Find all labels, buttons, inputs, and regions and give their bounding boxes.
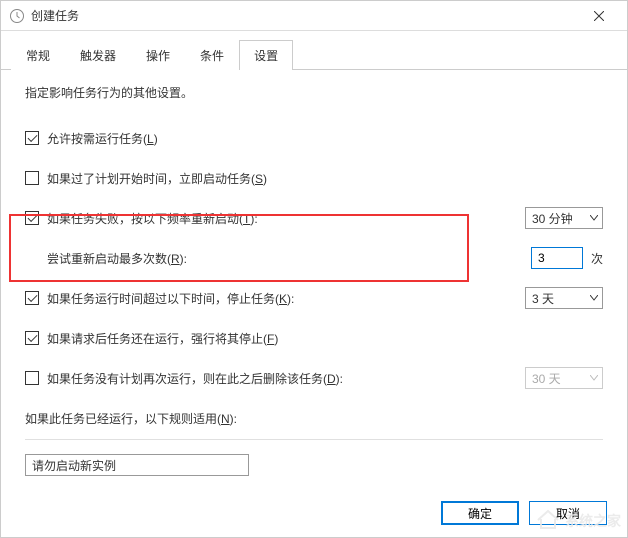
select-stop-duration[interactable]: 3 天 [525,287,603,309]
chevron-down-icon [590,295,598,301]
row-start-when-missed: 如果过了计划开始时间，立即启动任务(S) [25,167,603,189]
settings-description: 指定影响任务行为的其他设置。 [25,84,603,101]
tab-strip: 常规 触发器 操作 条件 设置 [1,31,627,70]
checkbox-restart-on-fail[interactable] [25,211,39,225]
cancel-button[interactable]: 取消 [529,501,607,525]
label-already-running: 如果此任务已经运行，以下规则适用(N): [25,410,603,427]
select-already-running-rule[interactable]: 请勿启动新实例 [25,454,249,476]
row-force-stop: 如果请求后任务还在运行，强行将其停止(F) [25,327,603,349]
checkbox-start-when-missed[interactable] [25,171,39,185]
window-title: 创建任务 [31,7,579,24]
label-restart-on-fail: 如果任务失败，按以下频率重新启动(T): [47,210,525,227]
checkbox-stop-if-long[interactable] [25,291,39,305]
row-restart-attempts: 尝试重新启动最多次数(R): 次 [25,247,603,269]
select-restart-interval[interactable]: 30 分钟 [525,207,603,229]
label-delete-if-unscheduled: 如果任务没有计划再次运行，则在此之后删除该任务(D): [47,370,525,387]
tab-general[interactable]: 常规 [11,40,65,70]
tab-actions[interactable]: 操作 [131,40,185,70]
checkbox-delete-if-unscheduled[interactable] [25,371,39,385]
clock-icon [9,8,25,24]
row-stop-if-long: 如果任务运行时间超过以下时间，停止任务(K): 3 天 [25,287,603,309]
select-delete-delay: 30 天 [525,367,603,389]
tab-conditions[interactable]: 条件 [185,40,239,70]
row-already-running-label: 如果此任务已经运行，以下规则适用(N): [25,407,603,429]
close-button[interactable] [579,2,619,30]
label-force-stop: 如果请求后任务还在运行，强行将其停止(F) [47,330,603,347]
tab-settings[interactable]: 设置 [239,40,293,70]
tab-triggers[interactable]: 触发器 [65,40,131,70]
checkbox-force-stop[interactable] [25,331,39,345]
button-bar: 确定 取消 [441,501,607,525]
divider [25,439,603,440]
input-restart-attempts[interactable] [531,247,583,269]
row-allow-demand-run: 允许按需运行任务(L) [25,127,603,149]
checkbox-allow-demand-run[interactable] [25,131,39,145]
title-bar: 创建任务 [1,1,627,31]
suffix-times: 次 [591,250,603,267]
row-delete-if-unscheduled: 如果任务没有计划再次运行，则在此之后删除该任务(D): 30 天 [25,367,603,389]
chevron-down-icon [590,375,598,381]
label-stop-if-long: 如果任务运行时间超过以下时间，停止任务(K): [47,290,525,307]
ok-button[interactable]: 确定 [441,501,519,525]
label-allow-demand-run: 允许按需运行任务(L) [47,130,603,147]
row-restart-on-fail: 如果任务失败，按以下频率重新启动(T): 30 分钟 [25,207,603,229]
label-start-when-missed: 如果过了计划开始时间，立即启动任务(S) [47,170,603,187]
label-restart-attempts: 尝试重新启动最多次数(R): [47,250,531,267]
settings-panel: 指定影响任务行为的其他设置。 允许按需运行任务(L) 如果过了计划开始时间，立即… [1,70,627,490]
chevron-down-icon [590,215,598,221]
